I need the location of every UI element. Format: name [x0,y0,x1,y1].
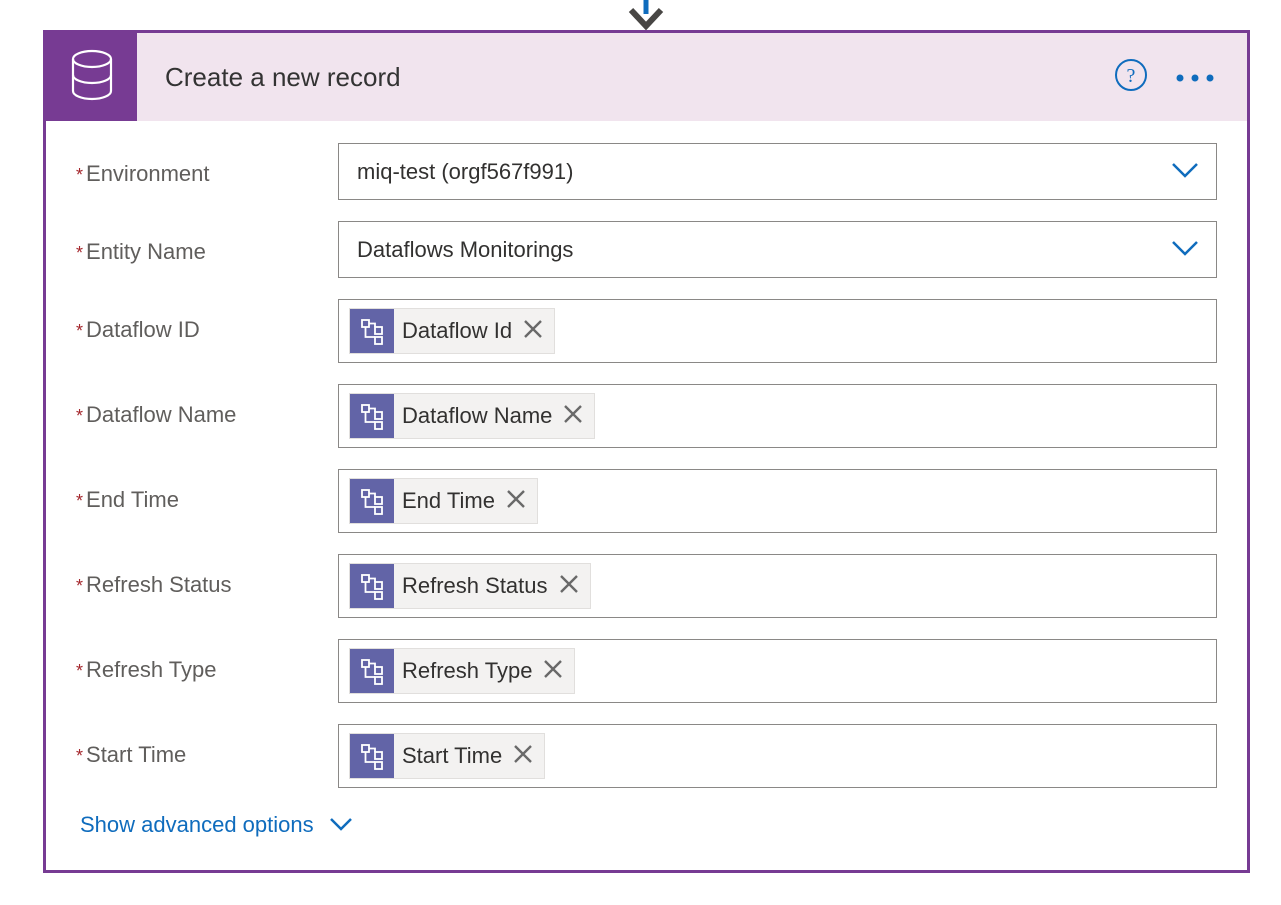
help-icon: ? [1114,58,1148,97]
token-label: End Time [402,488,495,514]
field-label: * Start Time [76,724,338,768]
field-row-refresh-type: * Refresh Type Refresh Type [76,639,1217,703]
token-remove-button[interactable] [558,401,588,432]
required-star: * [76,321,83,342]
token-label: Dataflow Name [402,403,552,429]
entity-name-select[interactable]: Dataflows Monitorings [338,221,1217,278]
dynamic-token[interactable]: Refresh Status [349,563,591,609]
field-label: * Entity Name [76,221,338,265]
dataflow-name-input[interactable]: Dataflow Name [338,384,1217,448]
token-remove-button[interactable] [501,486,531,517]
dynamic-token[interactable]: Start Time [349,733,545,779]
required-star: * [76,406,83,427]
field-label: * Dataflow ID [76,299,338,343]
field-row-dataflow-id: * Dataflow ID Dataflow Id [76,299,1217,363]
action-card-create-new-record: Create a new record ? * [43,30,1250,873]
dataflow-icon [350,479,394,523]
field-row-refresh-status: * Refresh Status Refresh Status [76,554,1217,618]
field-label: * End Time [76,469,338,513]
dataflow-id-input[interactable]: Dataflow Id [338,299,1217,363]
action-form: * Environment miq-test (orgf567f991) * E… [46,121,1247,870]
close-icon [556,571,582,602]
chevron-down-icon [328,812,354,838]
field-label: * Environment [76,143,338,187]
token-remove-button[interactable] [518,316,548,347]
field-row-start-time: * Start Time Start Time [76,724,1217,788]
token-remove-button[interactable] [508,741,538,772]
select-value: miq-test (orgf567f991) [357,159,1170,185]
close-icon [520,316,546,347]
dynamic-token[interactable]: Dataflow Name [349,393,595,439]
token-label: Refresh Type [402,658,532,684]
end-time-input[interactable]: End Time [338,469,1217,533]
field-label: * Dataflow Name [76,384,338,428]
action-title: Create a new record [165,62,1113,93]
field-label: * Refresh Type [76,639,338,683]
token-label: Start Time [402,743,502,769]
show-advanced-options-button[interactable]: Show advanced options [80,812,354,838]
dynamic-token[interactable]: Refresh Type [349,648,575,694]
dataflow-icon [350,394,394,438]
more-options-button[interactable] [1167,59,1223,95]
field-row-entity-name: * Entity Name Dataflows Monitorings [76,221,1217,278]
token-label: Dataflow Id [402,318,512,344]
refresh-status-input[interactable]: Refresh Status [338,554,1217,618]
dataflow-icon [350,309,394,353]
dataflow-icon [350,649,394,693]
close-icon [510,741,536,772]
field-row-dataflow-name: * Dataflow Name Dataflow Name [76,384,1217,448]
required-star: * [76,243,83,264]
environment-select[interactable]: miq-test (orgf567f991) [338,143,1217,200]
dataflow-icon [350,564,394,608]
dataflow-icon [350,734,394,778]
close-icon [540,656,566,687]
required-star: * [76,491,83,512]
action-header[interactable]: Create a new record ? [46,33,1247,121]
chevron-down-icon [1170,159,1200,185]
field-row-end-time: * End Time End Time [76,469,1217,533]
refresh-type-input[interactable]: Refresh Type [338,639,1217,703]
connector-icon-box [46,33,137,121]
token-remove-button[interactable] [538,656,568,687]
dynamic-token[interactable]: Dataflow Id [349,308,555,354]
advanced-options-label: Show advanced options [80,812,314,838]
field-row-environment: * Environment miq-test (orgf567f991) [76,143,1217,200]
database-icon [69,49,115,106]
select-value: Dataflows Monitorings [357,237,1170,263]
chevron-down-icon [1170,237,1200,263]
field-label: * Refresh Status [76,554,338,598]
required-star: * [76,576,83,597]
help-button[interactable]: ? [1113,59,1149,95]
required-star: * [76,746,83,767]
dynamic-token[interactable]: End Time [349,478,538,524]
required-star: * [76,661,83,682]
start-time-input[interactable]: Start Time [338,724,1217,788]
token-label: Refresh Status [402,573,548,599]
required-star: * [76,165,83,186]
close-icon [560,401,586,432]
close-icon [503,486,529,517]
ellipsis-icon [1174,64,1216,90]
token-remove-button[interactable] [554,571,584,602]
svg-text:?: ? [1127,65,1136,87]
